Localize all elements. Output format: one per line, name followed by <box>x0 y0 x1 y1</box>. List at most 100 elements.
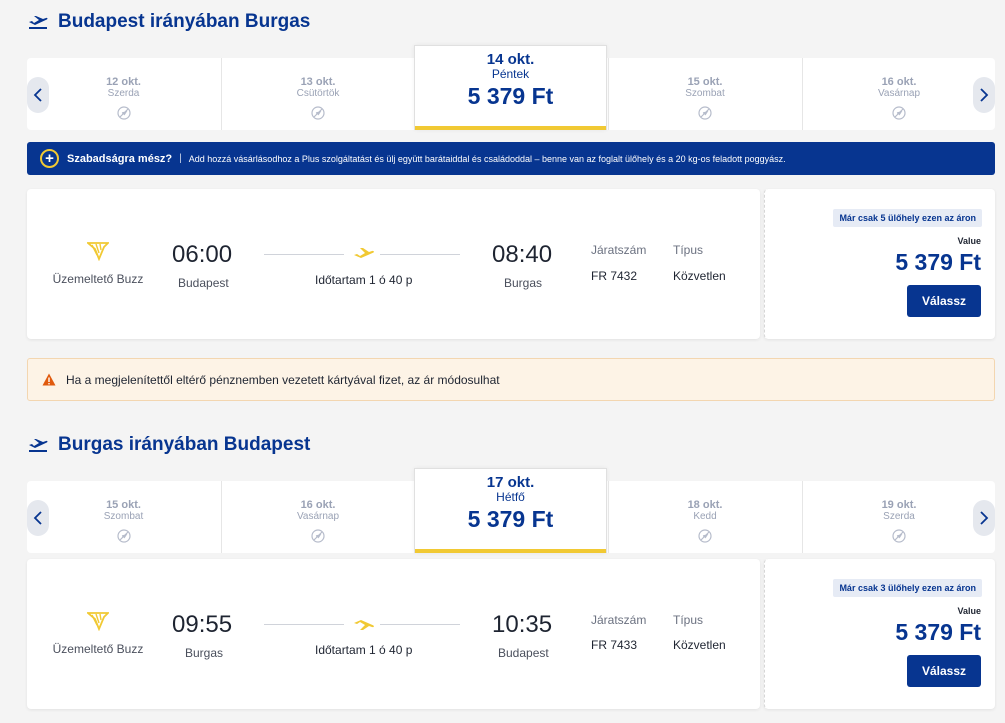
weekday-label: Hétfő <box>496 490 525 504</box>
operator-label: Üzemeltető Buzz <box>52 272 144 286</box>
operator-label: Üzemeltető Buzz <box>52 642 144 656</box>
ryanair-harp-logo-icon <box>85 612 111 632</box>
date-label: 19 okt. <box>881 499 917 511</box>
arrival-city: Burgas <box>504 276 543 290</box>
flight-number-label: Járatszám <box>591 613 647 627</box>
fare-type-label: Value <box>957 236 981 246</box>
warning-text: Ha a megjelenítettől eltérő pénznemben v… <box>66 372 500 387</box>
outbound-section-title: Budapest irányában Burgas <box>28 9 310 35</box>
weekday-label: Szombat <box>685 88 725 99</box>
chevron-left-icon <box>33 88 42 102</box>
no-flight-icon <box>116 106 131 120</box>
no-flight-icon <box>698 529 712 543</box>
outbound-date-4[interactable]: 16 okt. Vasárnap <box>802 58 995 130</box>
plus-icon: + <box>40 149 59 168</box>
departure-city: Budapest <box>178 276 229 290</box>
arrival-time: 10:35 <box>492 611 553 638</box>
inbound-date-1[interactable]: 16 okt. Vasárnap <box>221 481 414 553</box>
fare-box: Már csak 3 ülőhely ezen az áron Value 5 … <box>764 559 995 709</box>
operator: Üzemeltető Buzz <box>52 241 144 286</box>
outbound-flight-card: Üzemeltető Buzz 06:00 Budapest Időtartam… <box>27 189 995 339</box>
currency-warning: Ha a megjelenítettől eltérő pénznemben v… <box>27 358 995 401</box>
route-line-right <box>380 254 460 255</box>
promo-divider: | <box>179 153 182 164</box>
flight-type: Közvetlen <box>673 638 726 652</box>
ryanair-harp-logo-icon <box>85 242 111 262</box>
weekday-label: Péntek <box>491 67 530 81</box>
date-label: 13 okt. <box>300 76 336 88</box>
arrival-time: 08:40 <box>492 241 553 268</box>
chevron-left-icon <box>33 511 42 525</box>
select-flight-button[interactable]: Válassz <box>907 655 981 687</box>
no-flight-icon <box>311 529 325 543</box>
outbound-date-3[interactable]: 15 okt. Szombat <box>608 58 801 130</box>
inbound-date-selected[interactable]: 17 okt. Hétfő 5 379 Ft <box>414 468 607 553</box>
seats-left-badge: Már csak 3 ülőhely ezen az áron <box>833 579 982 597</box>
plane-icon <box>354 620 374 630</box>
outbound-title: Budapest irányában Burgas <box>58 11 311 32</box>
flight-details: Üzemeltető Buzz 06:00 Budapest Időtartam… <box>27 189 760 339</box>
date-label: 12 okt. <box>106 76 141 88</box>
departure-city: Burgas <box>185 646 224 660</box>
inbound-date-0[interactable]: 15 okt. Szombat <box>27 481 220 553</box>
date-label: 15 okt. <box>687 76 723 88</box>
no-flight-icon <box>892 106 906 120</box>
weekday-label: Csütörtök <box>296 88 340 99</box>
selected-indicator <box>415 549 606 553</box>
route-line-left <box>264 254 344 255</box>
prev-dates-button[interactable] <box>27 77 49 113</box>
promo-title: Szabadságra mész? <box>67 152 173 165</box>
departure-time: 06:00 <box>172 241 233 268</box>
date-label: 16 okt. <box>881 76 917 88</box>
weekday-label: Szerda <box>883 511 915 522</box>
departure-time: 09:55 <box>172 611 233 638</box>
plane-takeoff-icon <box>29 439 48 452</box>
duration: Időtartam 1 ó 40 p <box>315 273 413 287</box>
inbound-title: Burgas irányában Budapest <box>58 434 311 455</box>
weekday-label: Kedd <box>693 511 717 522</box>
promo-text: Add hozzá vásárlásodhoz a Plus szolgálta… <box>188 153 786 164</box>
inbound-date-3[interactable]: 18 okt. Kedd <box>608 481 801 553</box>
next-dates-button[interactable] <box>973 500 995 536</box>
route-line-left <box>264 624 344 625</box>
outbound-date-1[interactable]: 13 okt. Csütörtök <box>221 58 414 130</box>
date-label: 18 okt. <box>687 499 723 511</box>
date-price: 5 379 Ft <box>467 83 554 109</box>
route-line-right <box>380 624 460 625</box>
selected-indicator <box>415 126 606 130</box>
weekday-label: Szerda <box>107 88 140 99</box>
flight-number: FR 7432 <box>591 269 638 283</box>
flight-number-label: Járatszám <box>591 243 647 257</box>
weekday-label: Vasárnap <box>877 88 921 99</box>
fare-box: Már csak 5 ülőhely ezen az áron Value 5 … <box>764 189 995 339</box>
no-flight-icon <box>116 529 131 543</box>
inbound-flight-card: Üzemeltető Buzz 09:55 Burgas Időtartam 1… <box>27 559 995 709</box>
prev-dates-button[interactable] <box>27 500 49 536</box>
outbound-date-0[interactable]: 12 okt. Szerda <box>27 58 220 130</box>
flight-type: Közvetlen <box>673 269 726 283</box>
duration: Időtartam 1 ó 40 p <box>315 643 413 657</box>
fare-price: 5 379 Ft <box>895 619 981 645</box>
flight-type-label: Típus <box>673 613 704 627</box>
outbound-date-selected[interactable]: 14 okt. Péntek 5 379 Ft <box>414 45 607 130</box>
inbound-date-4[interactable]: 19 okt. Szerda <box>802 481 995 553</box>
select-flight-button[interactable]: Válassz <box>907 285 981 317</box>
plus-promo-banner[interactable]: + Szabadságra mész? | Add hozzá vásárlás… <box>27 142 995 175</box>
date-label: 15 okt. <box>106 499 141 511</box>
no-flight-icon <box>311 106 325 120</box>
chevron-right-icon <box>980 511 989 525</box>
date-price: 5 379 Ft <box>467 506 554 532</box>
inbound-date-carousel: 15 okt. Szombat 16 okt. Vasárnap 17 okt.… <box>27 468 995 553</box>
flight-number: FR 7433 <box>591 638 638 652</box>
weekday-label: Vasárnap <box>296 511 340 522</box>
operator: Üzemeltető Buzz <box>52 611 144 656</box>
next-dates-button[interactable] <box>973 77 995 113</box>
chevron-right-icon <box>980 88 989 102</box>
arrival-city: Budapest <box>498 646 549 660</box>
no-flight-icon <box>698 106 712 120</box>
plane-icon <box>354 248 374 258</box>
plane-takeoff-icon <box>29 16 48 29</box>
fare-type-label: Value <box>957 606 981 616</box>
seats-left-badge: Már csak 5 ülőhely ezen az áron <box>833 209 982 227</box>
weekday-label: Szombat <box>103 511 144 522</box>
